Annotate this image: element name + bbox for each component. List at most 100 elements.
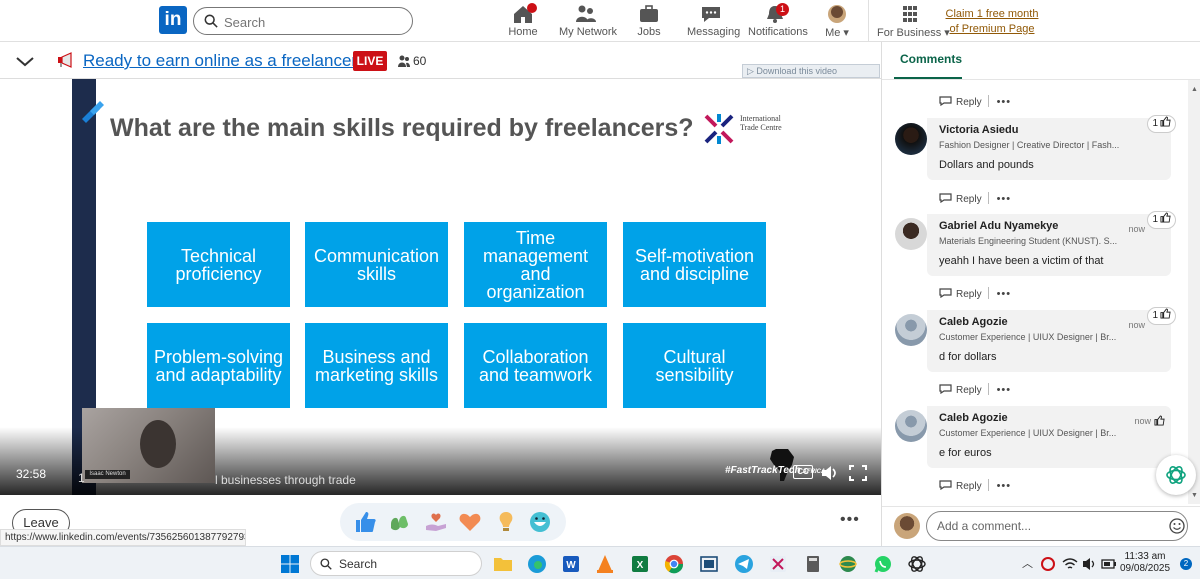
reply-button[interactable]: Reply (956, 481, 982, 492)
reply-icon (939, 193, 952, 203)
windows-taskbar: Search W X ︿ 11:33 am 09/08/2025 2 (0, 546, 1200, 579)
taskbar-clock[interactable]: 11:33 am 09/08/2025 (1120, 551, 1170, 575)
chatgpt-app-icon[interactable] (907, 554, 927, 574)
reply-button[interactable]: Reply (956, 385, 982, 396)
commenter-avatar[interactable] (895, 410, 927, 442)
volume-icon[interactable] (821, 465, 839, 481)
edge-icon[interactable] (527, 554, 547, 574)
taskbar-search[interactable]: Search (310, 551, 482, 576)
nav-messaging[interactable]: Messaging (687, 4, 740, 40)
viewer-count: 60 (413, 54, 427, 68)
wifi-icon[interactable] (1062, 556, 1078, 572)
reply-button[interactable]: Reply (956, 289, 982, 300)
nav-notifications[interactable]: 1 Notifications (748, 3, 808, 40)
tab-comments[interactable]: Comments (900, 52, 962, 66)
comment-time: now (1134, 416, 1151, 426)
closed-captions-button[interactable]: CC (793, 465, 813, 479)
comment-more-button[interactable]: ••• (997, 384, 1012, 396)
battery-icon[interactable] (1101, 556, 1117, 572)
calculator-icon[interactable] (803, 554, 823, 574)
like-reaction-icon[interactable] (354, 510, 378, 534)
vlc-icon[interactable] (595, 554, 615, 574)
whatsapp-icon[interactable] (873, 554, 893, 574)
more-options-button[interactable]: ••• (840, 511, 860, 529)
comment-more-button[interactable]: ••• (997, 288, 1012, 300)
scroll-up-arrow[interactable]: ▲ (1191, 86, 1198, 93)
comment-text: yeahh I have been a victim of that (939, 255, 1104, 267)
reply-button[interactable]: Reply (956, 97, 982, 108)
comment-like-count[interactable]: 1 (1147, 307, 1176, 325)
telegram-icon[interactable] (734, 554, 754, 574)
excel-icon[interactable]: X (630, 554, 650, 574)
search-icon (204, 14, 218, 28)
event-title-link[interactable]: Ready to earn online as a freelancer? (83, 51, 367, 71)
reactions-bar (340, 503, 566, 541)
comment-more-button[interactable]: ••• (997, 96, 1012, 108)
word-icon[interactable]: W (561, 554, 581, 574)
windows-start-icon[interactable] (280, 554, 300, 574)
nav-my-network[interactable]: My Network (559, 4, 617, 40)
commenter-headline: Customer Experience | UIUX Designer | Br… (939, 332, 1117, 342)
support-reaction-icon[interactable] (424, 510, 448, 534)
thumbs-up-icon[interactable] (1154, 415, 1165, 426)
tray-app-icon[interactable] (1040, 556, 1056, 572)
emoji-icon[interactable] (1169, 518, 1185, 534)
commenter-headline: Fashion Designer | Creative Director | F… (939, 140, 1120, 150)
comment-actions-2: Reply ••• (939, 287, 1011, 300)
skill-box-6: Business and marketing skills (305, 323, 448, 408)
commenter-avatar[interactable] (895, 123, 927, 155)
app-window-icon[interactable] (699, 554, 719, 574)
search-input[interactable] (224, 12, 404, 32)
insightful-reaction-icon[interactable] (494, 510, 518, 534)
celebrate-reaction-icon[interactable] (388, 510, 412, 534)
skill-box-1: Technical proficiency (147, 222, 290, 307)
comment-more-button[interactable]: ••• (997, 193, 1012, 205)
caption-prefix: 1 (78, 471, 85, 485)
skill-box-8: Cultural sensibility (623, 323, 766, 408)
commenter-avatar[interactable] (895, 314, 927, 346)
comment-input[interactable]: Add a comment... (926, 511, 1188, 541)
nav-for-business[interactable]: For Business ▾ (877, 4, 950, 40)
download-video-button[interactable]: ▷ Download this video (742, 64, 880, 78)
comment-like-count[interactable]: 1 (1147, 115, 1176, 133)
tray-chevron-up-icon[interactable]: ︿ (1022, 555, 1033, 571)
download-play-icon: ▷ (747, 66, 757, 76)
thumbs-up-icon (1160, 116, 1171, 127)
comment-time: now (1128, 224, 1145, 234)
comment-like-count[interactable]: 1 (1147, 211, 1176, 229)
nav-home-label: Home (508, 26, 538, 38)
comments-scrollbar[interactable] (1188, 80, 1200, 504)
comment-more-button[interactable]: ••• (997, 480, 1012, 492)
video-player[interactable]: What are the main skills required by fre… (0, 79, 881, 495)
reply-button[interactable]: Reply (956, 194, 982, 205)
love-reaction-icon[interactable] (458, 510, 482, 534)
search-box[interactable] (193, 7, 413, 35)
nav-me[interactable]: Me ▾ (822, 4, 852, 40)
linkedin-logo[interactable]: in (159, 6, 187, 34)
premium-offer-link[interactable]: Claim 1 free month of Premium Page (945, 7, 1039, 37)
file-explorer-icon[interactable] (493, 554, 513, 574)
taskbar-notification-badge[interactable]: 2 (1180, 558, 1192, 570)
funny-reaction-icon[interactable] (528, 510, 552, 534)
chrome-icon[interactable] (664, 554, 684, 574)
presenter-camera: Isaac Newton (82, 408, 215, 483)
nav-notifications-label: Notifications (748, 26, 808, 38)
like-count: 1 (1152, 310, 1158, 321)
speaker-icon[interactable] (1082, 556, 1098, 572)
chatgpt-icon (1166, 466, 1186, 484)
globe-app-icon[interactable] (838, 554, 858, 574)
megaphone-icon (58, 52, 72, 68)
top-navigation: in Home My Network Jobs Messaging 1 Noti… (0, 0, 1200, 42)
premium-line-2: of Premium Page (949, 23, 1035, 35)
scroll-down-arrow[interactable]: ▼ (1191, 492, 1198, 499)
nav-jobs[interactable]: Jobs (634, 4, 664, 40)
thumbs-up-icon (1160, 308, 1171, 319)
chatgpt-floating-button[interactable] (1156, 455, 1196, 495)
chevron-down-icon[interactable] (14, 52, 36, 70)
commenter-avatar[interactable] (895, 218, 927, 250)
fullscreen-icon[interactable] (849, 465, 867, 481)
snipping-tool-icon[interactable] (768, 554, 788, 574)
viewers-icon (398, 55, 410, 67)
nav-home[interactable]: Home (505, 3, 541, 40)
commenter-name[interactable]: Victoria Asiedu (939, 124, 1171, 136)
